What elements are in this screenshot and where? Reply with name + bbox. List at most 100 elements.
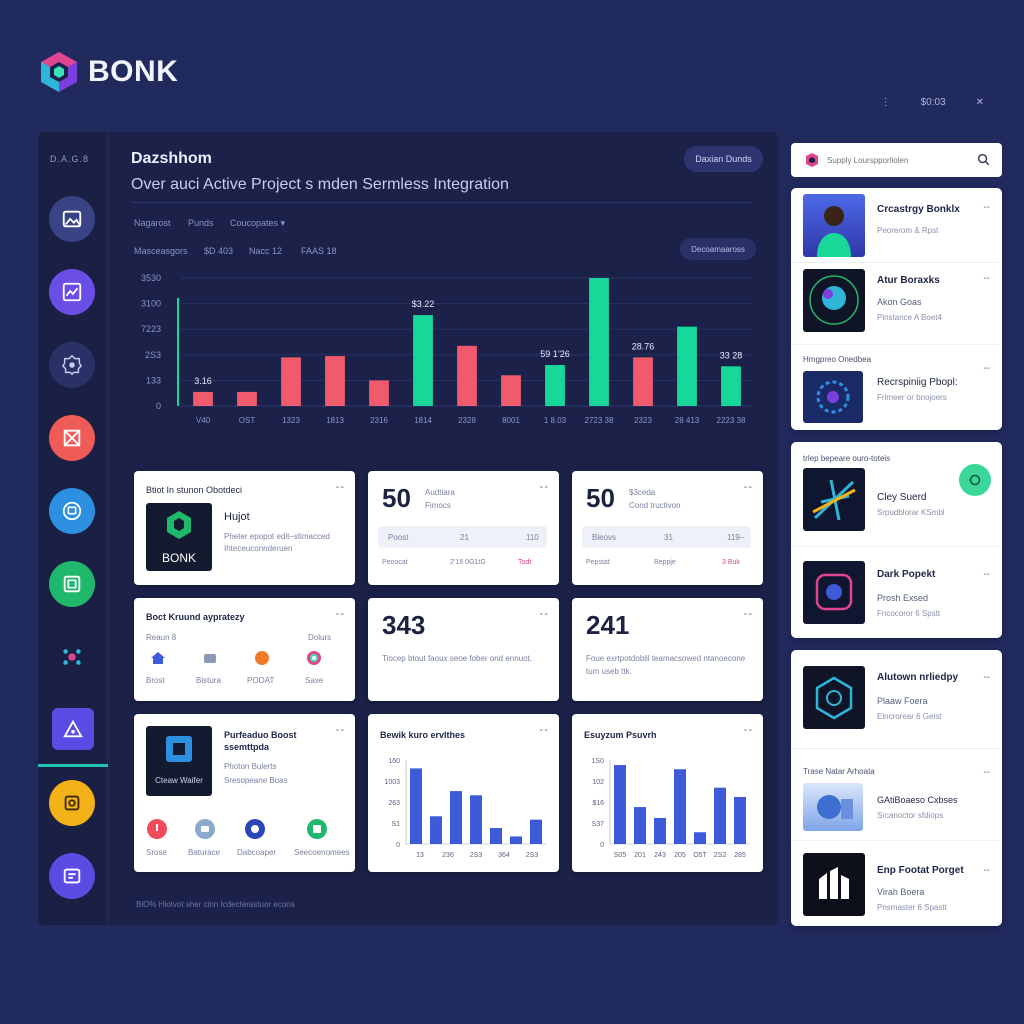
list-item[interactable]: Alutown nrliedpy Plaaw Foera Elncrorear … [791,650,1002,746]
home-icon[interactable] [148,648,168,668]
more-icon[interactable]: -- [983,363,990,374]
more-icon[interactable]: -- [336,481,345,493]
more-icon[interactable]: -- [336,724,345,736]
more-icon[interactable]: -- [983,767,990,778]
search-input[interactable] [827,151,967,169]
filter-chip[interactable]: Nagarost [134,218,171,228]
item-name: GAtiBoaeso Cxbses [877,795,958,805]
action-label: Bistura [196,676,221,685]
filter-chip[interactable]: Punds [188,218,214,228]
list-section[interactable]: Trase Natar Arhoata -- GAtiBoaeso Cxbses… [791,748,1002,838]
x-tick-label: 13 [416,852,424,859]
developer-icon[interactable] [244,818,266,840]
sidebar-item-badge[interactable] [49,342,95,388]
image-icon [62,210,82,228]
more-icon[interactable]: -- [983,569,990,580]
row-value: 119– [727,533,745,542]
x-tick-label: 205 [674,852,686,859]
filter-chip[interactable]: Masceasgors [134,246,188,256]
secondary-button[interactable]: Decoamaaross [680,238,756,260]
chat-icon [62,501,82,521]
cube-logo-icon [166,736,192,762]
chart-bar [413,315,433,406]
filter-chip[interactable]: $D 403 [204,246,233,256]
alert-icon[interactable] [146,818,168,840]
stat-card[interactable]: 50 $3ceda Cond tructivon -- Bleovs 31 11… [572,471,763,585]
metric-card[interactable]: 343 -- Tiocep btout faoux seoe fober ond… [368,598,559,701]
sidebar-item-triangle[interactable] [52,708,94,750]
filter-chip[interactable]: FAAS 18 [301,246,337,256]
stat-card[interactable]: 50 Audtiara Fimocs -- Poost 21 110 Peooc… [368,471,559,585]
menu-icon[interactable]: ⋮ [881,97,891,108]
stat-label: Audtiara [425,488,455,497]
more-icon[interactable]: -- [540,724,549,736]
metric-value: 241 [586,610,630,640]
sidebar-item-image[interactable] [49,196,95,242]
list-item[interactable]: Dark Popekt Prosh Exsed Fncocoror 6 Spst… [791,546,1002,638]
fire-icon[interactable] [252,648,272,668]
sidebar-item-network[interactable] [49,634,95,680]
x-tick-label: 2316 [370,416,388,425]
sidebar-item-grid[interactable] [49,415,95,461]
project-thumbnail [803,561,865,624]
x-tick-label: 236 [442,852,454,859]
filter-dropdown[interactable]: Coucopates ▾ [230,218,285,229]
metric-card[interactable]: 241 -- Foue exrtpotdoblil teamacsowed nt… [572,598,763,701]
project-name: Hujot [224,511,250,523]
row-value: 2’16 0G1tG [450,559,486,566]
section-header: Trase Natar Arhoata [803,767,875,776]
item-name: Dark Popekt [877,569,936,580]
more-icon[interactable]: -- [983,672,990,683]
more-icon[interactable]: -- [983,202,990,213]
item-sub: Plaaw Foera [877,696,928,706]
sidebar-item-map[interactable] [49,269,95,315]
sidebar-item-chat[interactable] [49,488,95,534]
security-icon[interactable] [306,818,328,840]
more-icon[interactable]: -- [983,865,990,876]
card-header: Bewik kuro ervlthes [380,730,466,740]
chart-bar [410,768,422,844]
document-icon [63,868,81,884]
more-icon[interactable]: -- [540,608,549,620]
y-tick-label: 1003 [384,779,400,786]
x-tick-label: V40 [196,416,211,425]
project-card[interactable]: Btiot In stunon Obotdeci -- BONK Hujot P… [134,471,355,585]
x-tick-label: 1814 [414,416,432,425]
list-item[interactable]: Atur Boraxks Akon Goas Pinstance A Boet4… [791,262,1002,342]
more-icon[interactable]: -- [540,481,549,493]
chart-bar [530,819,542,844]
search-bar[interactable] [791,143,1002,177]
more-icon[interactable]: -- [744,724,753,736]
card-header: Btiot In stunon Obotdeci [146,485,243,495]
x-tick-label: 364 [498,852,510,859]
y-tick-label: S1 [391,821,400,828]
brand-logo[interactable]: BONK [38,50,178,94]
more-icon[interactable]: -- [336,608,345,620]
boost-card[interactable]: Cteaw Waifer Purfeaduo Boost ssemttpda -… [134,714,355,872]
sidebar-item-gallery[interactable] [49,561,95,607]
more-icon[interactable]: -- [744,608,753,620]
list-item[interactable]: Enp Footat Porget Virah Boera Pnsmaster … [791,840,1002,926]
more-icon[interactable]: -- [744,481,753,493]
search-icon[interactable] [977,153,990,166]
palette-icon[interactable] [304,648,324,668]
sidebar-item-document[interactable] [49,853,95,899]
x-tick-label: 1 8.03 [544,416,567,425]
printer-icon[interactable] [200,648,220,668]
header-divider [131,202,753,203]
window-controls: ⋮ $0:03 ✕ [881,97,984,108]
card-header: Esuyzum Psuvrh [584,730,657,740]
chart-bar [721,366,741,406]
header-pill-button[interactable]: Daxian Dunds [684,146,763,172]
list-item[interactable]: Crcastrgy Bonklx Peorerom & Rpst -- [791,188,1002,257]
sidebar-item-camera[interactable] [49,780,95,826]
more-icon[interactable]: -- [983,273,990,284]
filter-chip[interactable]: Nacc 12 [249,246,282,256]
y-tick-label: 160 [388,758,400,765]
close-icon[interactable]: ✕ [976,97,984,108]
balance-icon[interactable] [194,818,216,840]
logo-text: Cteaw Waifer [155,776,203,785]
y-tick-label: 133 [146,375,161,385]
list-item[interactable]: Cley Suerd Srpudblorar KSmbl [791,464,1002,542]
page-title: Dazshhom [131,150,212,167]
